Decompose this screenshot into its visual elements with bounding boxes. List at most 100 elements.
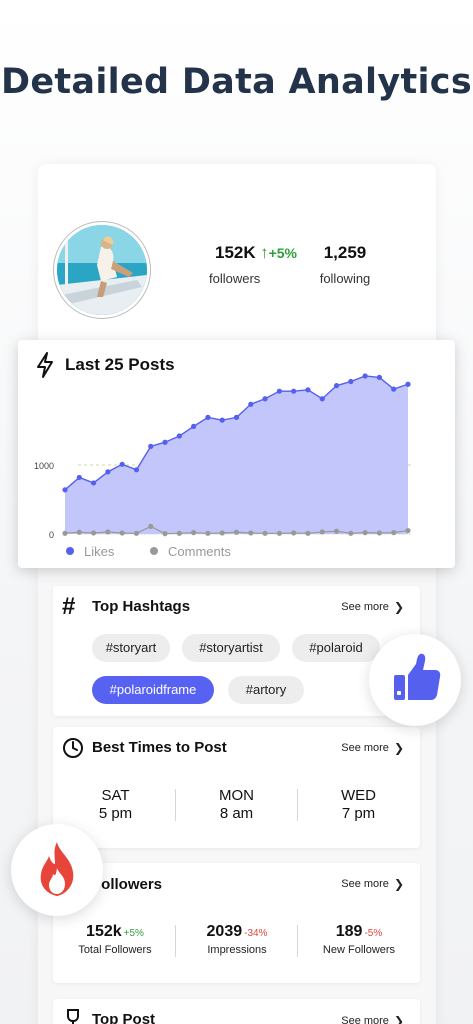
divider — [297, 925, 298, 957]
comments-point — [176, 530, 182, 536]
comments-point — [262, 530, 268, 536]
likes-point — [105, 469, 111, 475]
flame-icon — [40, 842, 74, 896]
comments-point — [233, 529, 240, 535]
time-slot-time: 7 pm — [341, 805, 376, 822]
best-times-title: Best Times to Post — [92, 739, 227, 756]
comments-point — [391, 530, 397, 536]
hashtag-chip-selected[interactable]: #polaroidframe — [92, 676, 214, 704]
comments-point — [333, 528, 340, 534]
comments-point — [362, 530, 368, 536]
comments-point — [291, 530, 297, 536]
likes-point — [348, 378, 354, 385]
hashtag-chip[interactable]: #storyart — [92, 634, 170, 662]
time-slot-2: MON 8 am — [184, 787, 289, 823]
followers-count: 152K — [214, 243, 256, 262]
followers-see-more[interactable]: See more ❯ — [341, 877, 404, 891]
see-more-label: See more — [341, 601, 389, 613]
avatar-photo — [57, 225, 147, 315]
top-post-title: Top Post — [92, 1011, 156, 1024]
comments-point — [319, 529, 325, 535]
stat-label: Impressions — [207, 944, 267, 956]
time-slot-time: 5 pm — [98, 805, 133, 822]
hashtag-icon: # — [62, 593, 76, 620]
time-slot-day: WED — [341, 787, 376, 804]
comments-point — [119, 530, 125, 536]
thumbs-up-icon — [394, 653, 441, 700]
comments-point — [162, 531, 168, 537]
hashtags-title: Top Hashtags — [92, 598, 191, 615]
best-times-see-more[interactable]: See more ❯ — [341, 741, 404, 755]
comments-point — [105, 529, 111, 535]
comments-point — [219, 530, 225, 536]
comments-point — [248, 530, 254, 536]
stat-change: -5% — [364, 928, 383, 939]
likes-point — [276, 388, 282, 394]
top-post-see-more[interactable]: See more ❯ — [341, 1014, 404, 1024]
followers-card: Followers See more ❯ 152k +5% Total Follo… — [53, 863, 420, 983]
impressions-stat: 2039 -34% Impressions — [177, 923, 297, 956]
time-slot-time: 8 am — [219, 805, 254, 822]
following-count: 1,259 — [323, 243, 367, 262]
time-slot-day: SAT — [101, 787, 130, 804]
chevron-right-icon: ❯ — [393, 877, 404, 891]
chevron-right-icon: ❯ — [393, 600, 404, 614]
following-stat[interactable]: 1,259 following — [305, 243, 385, 286]
new-followers-stat: 189 -5% New Followers — [299, 923, 419, 956]
likes-point — [162, 439, 168, 445]
comments-point — [62, 530, 68, 536]
likes-point — [219, 417, 225, 423]
comments-point — [276, 530, 282, 536]
comments-point — [148, 523, 154, 530]
last-posts-card: Last 25 Posts 1000 0 Likes Comments — [18, 340, 455, 568]
ytick-0: 0 — [49, 530, 54, 540]
legend-comments-label: Comments — [168, 544, 231, 559]
likes-point — [176, 433, 182, 439]
chevron-right-icon: ❯ — [393, 741, 404, 755]
followers-change: +5% — [268, 245, 297, 261]
likes-comments-chart: 1000 0 Likes Comments — [34, 373, 411, 559]
likes-point — [62, 487, 68, 493]
best-times-card: Best Times to Post See more ❯ SAT 5 pm M… — [53, 727, 420, 848]
comments-point — [205, 530, 211, 536]
time-slot-3: WED 7 pm — [306, 787, 411, 823]
ytick-1000: 1000 — [34, 461, 54, 471]
profile-avatar[interactable] — [53, 221, 151, 319]
followers-stat[interactable]: 152K ↑+5% followers — [206, 243, 306, 286]
comments-point — [191, 530, 197, 536]
hashtag-chip[interactable]: #storyartist — [182, 634, 280, 662]
legend-likes-dot — [66, 547, 74, 555]
top-hashtags-card: # Top Hashtags See more ❯ #storyart #sto… — [53, 586, 420, 716]
time-slot-day: MON — [219, 787, 254, 804]
likes-point — [76, 474, 82, 481]
comments-point — [90, 530, 97, 536]
comments-point — [305, 530, 311, 536]
hashtag-chip[interactable]: #polaroid — [292, 634, 380, 662]
likes-point — [205, 414, 211, 420]
likes-point — [391, 386, 397, 392]
likes-point — [233, 414, 240, 420]
see-more-label: See more — [341, 878, 389, 890]
clock-icon — [63, 738, 83, 758]
total-followers-stat: 152k +5% Total Followers — [55, 923, 175, 956]
time-slot-1: SAT 5 pm — [63, 787, 168, 823]
likes-point — [333, 383, 340, 389]
likes-point — [262, 396, 268, 402]
stat-value: 189 — [335, 923, 363, 940]
comments-point — [133, 530, 140, 536]
comments-point — [348, 530, 354, 536]
likes-point — [305, 387, 311, 393]
hashtags-see-more[interactable]: See more ❯ — [341, 600, 404, 614]
arrow-up-icon: ↑ — [260, 243, 269, 262]
likes-point — [248, 401, 254, 407]
see-more-label: See more — [341, 1015, 389, 1024]
legend-likes-label: Likes — [84, 544, 115, 559]
trophy-icon — [67, 1009, 79, 1024]
likes-area — [65, 375, 408, 534]
likes-point — [376, 374, 383, 380]
thumbs-up-badge — [369, 634, 461, 726]
comments-point — [76, 529, 82, 535]
comments-point — [405, 527, 411, 534]
stat-label: Total Followers — [78, 944, 152, 956]
hashtag-chip[interactable]: #artory — [228, 676, 304, 704]
